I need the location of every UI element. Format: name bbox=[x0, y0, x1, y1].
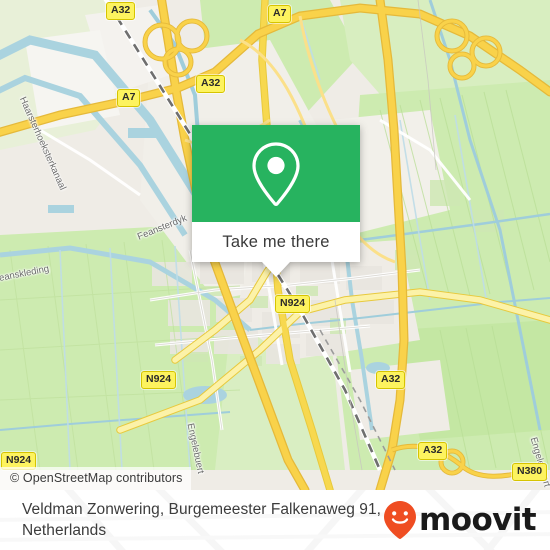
map-canvas[interactable]: Haarsterhoeksterkanaal Feansterdyk Leans… bbox=[0, 0, 550, 490]
road-shield-a7: A7 bbox=[117, 89, 141, 107]
take-me-there-label: Take me there bbox=[222, 232, 330, 251]
moovit-wordmark: moovit bbox=[419, 501, 537, 538]
road-shield-a32: A32 bbox=[106, 2, 136, 20]
place-card-body: Take me there bbox=[192, 125, 360, 262]
map-pin-icon bbox=[252, 141, 300, 206]
road-shield-a7: A7 bbox=[268, 5, 292, 23]
place-card-header bbox=[192, 125, 360, 222]
place-address: Veldman Zonwering, Burgemeester Falkenaw… bbox=[22, 501, 381, 539]
road-shield-n380: N380 bbox=[512, 463, 548, 481]
footer-bar: Veldman Zonwering, Burgemeester Falkenaw… bbox=[0, 490, 550, 550]
road-shield-n924: N924 bbox=[141, 371, 177, 389]
footer-content: Veldman Zonwering, Burgemeester Falkenaw… bbox=[0, 490, 550, 550]
map-attribution[interactable]: © OpenStreetMap contributors bbox=[0, 467, 191, 490]
road-shield-a32: A32 bbox=[376, 371, 406, 389]
moovit-place-card-screen: Haarsterhoeksterkanaal Feansterdyk Leans… bbox=[0, 0, 550, 550]
moovit-logo[interactable]: moovit bbox=[383, 500, 537, 540]
place-card-pointer bbox=[262, 262, 290, 277]
moovit-smiley-pin-icon bbox=[384, 501, 417, 539]
road-shield-a32: A32 bbox=[418, 442, 448, 460]
road-shield-a32: A32 bbox=[196, 75, 226, 93]
place-card-popup[interactable]: Take me there bbox=[192, 125, 360, 277]
road-shield-n924: N924 bbox=[275, 295, 311, 313]
take-me-there-button[interactable]: Take me there bbox=[192, 222, 360, 262]
